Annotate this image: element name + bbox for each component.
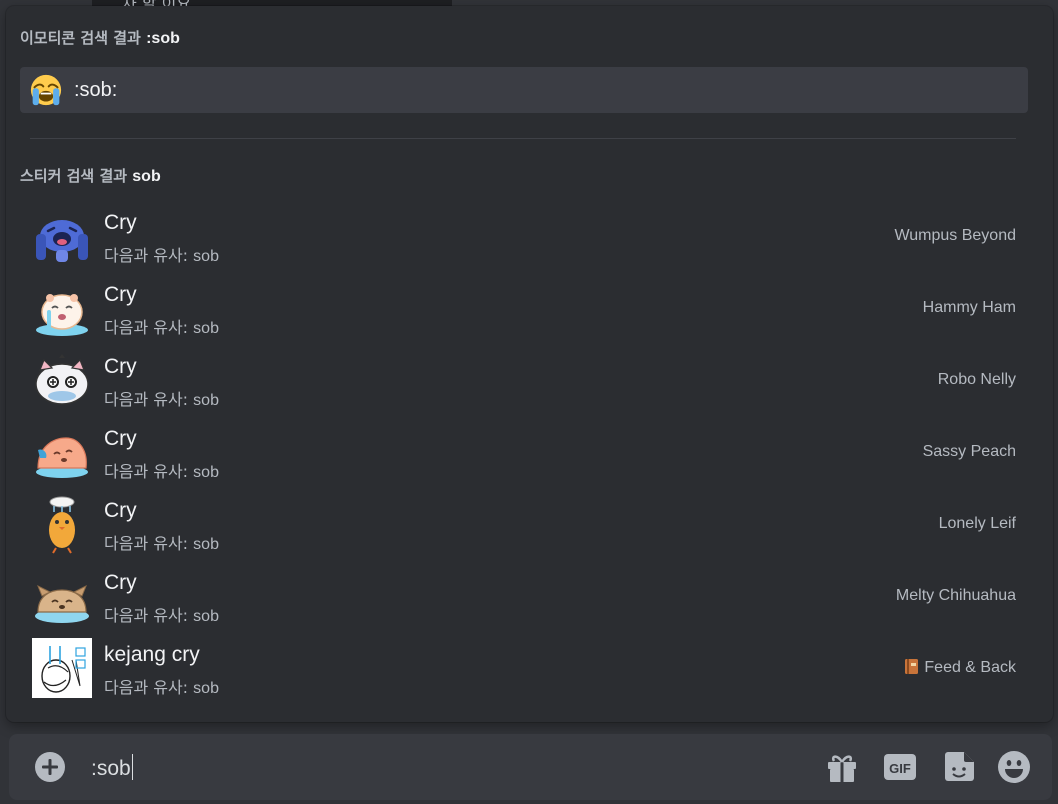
message-composer: :sob GIF bbox=[9, 734, 1052, 800]
keyword-value: sob bbox=[193, 608, 219, 625]
sticker-pack-name: Sassy Peach bbox=[922, 443, 1016, 460]
section-divider bbox=[30, 138, 1016, 139]
sticker-pack-name: Lonely Leif bbox=[938, 515, 1016, 532]
emoji-result-row[interactable]: :sob: bbox=[20, 67, 1028, 113]
robot-cat-crying-sticker-icon bbox=[35, 354, 89, 405]
sticker-row[interactable]: Cry 다음과 유사: sob Robo Nelly bbox=[6, 344, 1053, 416]
emoji-section-header: 이모티콘 검색 결과 :sob bbox=[20, 27, 180, 48]
gif-label: GIF bbox=[889, 761, 911, 776]
gif-icon[interactable]: GIF bbox=[883, 750, 917, 784]
sticker-row[interactable]: Cry 다음과 유사: sob Hammy Ham bbox=[6, 272, 1053, 344]
keyword-value: sob bbox=[193, 536, 219, 553]
sticker-section-header: 스티커 검색 결과 sob bbox=[20, 165, 161, 186]
sticker-row[interactable]: kejang cry 다음과 유사: sob Feed & Back bbox=[6, 632, 1053, 704]
sticker-header-query: sob bbox=[132, 168, 161, 185]
sticker-name: Cry bbox=[104, 499, 137, 522]
sticker-pack-name: Melty Chihuahua bbox=[895, 587, 1016, 604]
sticker-name: Cry bbox=[104, 427, 137, 450]
keyword-value: sob bbox=[193, 320, 219, 337]
sticker-keyword: 다음과 유사: sob bbox=[104, 386, 219, 410]
sticker-name: Cry bbox=[104, 211, 137, 234]
hamster-crying-sticker-icon bbox=[36, 294, 88, 336]
emoji-header-query: :sob bbox=[146, 30, 180, 47]
keyword-value: sob bbox=[193, 464, 219, 481]
sticker-pack-name: Robo Nelly bbox=[937, 371, 1016, 388]
sticker-keyword: 다음과 유사: sob bbox=[104, 242, 219, 266]
sticker-keyword: 다음과 유사: sob bbox=[104, 602, 219, 626]
plus-circle-icon[interactable] bbox=[35, 752, 65, 782]
sticker-row[interactable]: Cry 다음과 유사: sob Lonely Leif bbox=[6, 488, 1053, 560]
sticker-keyword: 다음과 유사: sob bbox=[104, 530, 219, 554]
sticker-icon[interactable] bbox=[942, 750, 976, 784]
similar-label: 다음과 유사: bbox=[104, 390, 189, 409]
sticker-pack-name: Feed & Back bbox=[905, 659, 1016, 677]
keyword-value: sob bbox=[193, 248, 219, 265]
chick-crying-sticker-icon bbox=[49, 496, 75, 554]
sticker-pack-name: Wumpus Beyond bbox=[894, 227, 1016, 244]
chihuahua-crying-sticker-icon bbox=[35, 584, 89, 623]
sticker-name: kejang cry bbox=[104, 643, 200, 666]
similar-label: 다음과 유사: bbox=[104, 678, 189, 697]
message-input-value: :sob bbox=[91, 757, 131, 780]
similar-label: 다음과 유사: bbox=[104, 462, 189, 481]
sticker-header-prefix: 스티커 검색 결과 bbox=[20, 167, 128, 185]
loudly-crying-face-emoji-icon bbox=[30, 74, 62, 106]
keyword-value: sob bbox=[193, 680, 219, 697]
sticker-keyword: 다음과 유사: sob bbox=[104, 458, 219, 482]
sticker-name: Cry bbox=[104, 283, 137, 306]
sticker-name: Cry bbox=[104, 571, 137, 594]
message-input[interactable]: :sob bbox=[91, 754, 133, 781]
sticker-pack-name: Hammy Ham bbox=[922, 299, 1016, 316]
gift-icon[interactable] bbox=[825, 750, 859, 784]
similar-label: 다음과 유사: bbox=[104, 318, 189, 337]
autocomplete-popout: 이모티콘 검색 결과 :sob :sob: 스티커 검색 결과 sob Cry … bbox=[6, 6, 1053, 722]
sticker-keyword: 다음과 유사: sob bbox=[104, 674, 219, 698]
keyword-value: sob bbox=[193, 392, 219, 409]
book-icon bbox=[905, 659, 919, 674]
similar-label: 다음과 유사: bbox=[104, 534, 189, 553]
sticker-pack-label: Feed & Back bbox=[924, 659, 1016, 676]
emoji-code: :sob: bbox=[74, 78, 118, 101]
sticker-row[interactable]: Cry 다음과 유사: sob Wumpus Beyond bbox=[6, 200, 1053, 272]
sticker-name: Cry bbox=[104, 355, 137, 378]
peach-crying-sticker-icon bbox=[36, 437, 88, 478]
emoji-header-prefix: 이모티콘 검색 결과 bbox=[20, 29, 141, 47]
sticker-keyword: 다음과 유사: sob bbox=[104, 314, 219, 338]
similar-label: 다음과 유사: bbox=[104, 246, 189, 265]
sketch-crying-sticker-icon bbox=[32, 638, 92, 698]
sticker-row[interactable]: Cry 다음과 유사: sob Melty Chihuahua bbox=[6, 560, 1053, 632]
similar-label: 다음과 유사: bbox=[104, 606, 189, 625]
emoji-icon[interactable] bbox=[997, 750, 1031, 784]
text-caret bbox=[131, 754, 133, 780]
sticker-row[interactable]: Cry 다음과 유사: sob Sassy Peach bbox=[6, 416, 1053, 488]
wumpus-crying-sticker-icon bbox=[36, 220, 88, 262]
